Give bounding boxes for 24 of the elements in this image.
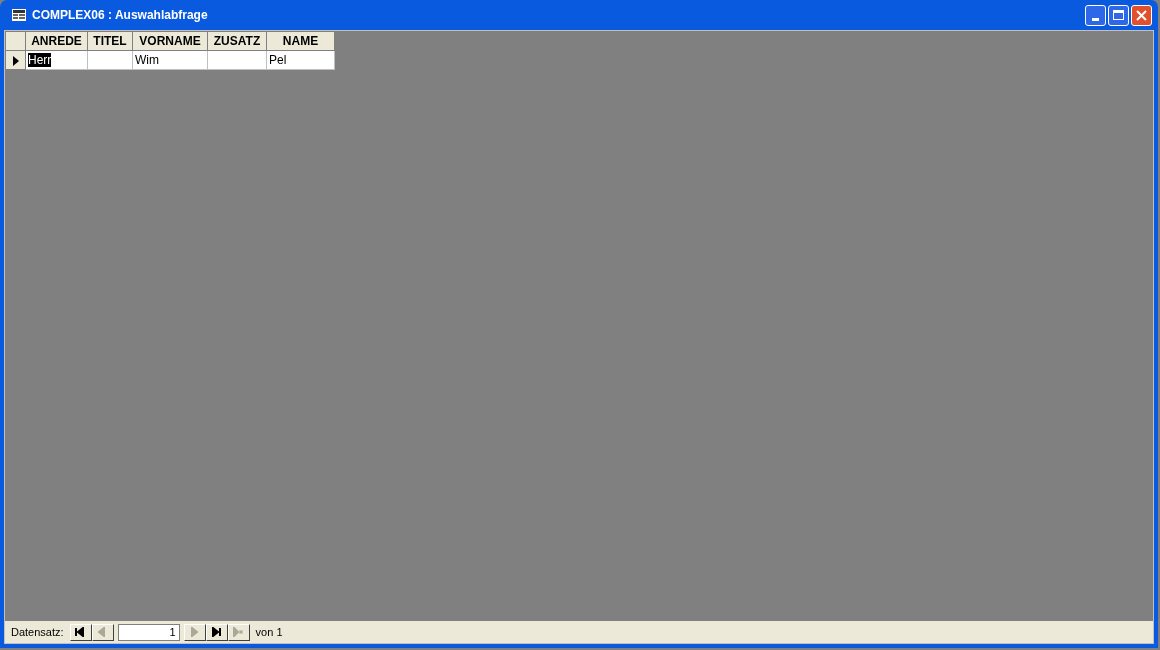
table-cell: Herr	[28, 53, 52, 67]
column-header[interactable]: VORNAME	[132, 31, 208, 51]
last-arrow-icon	[211, 627, 223, 637]
close-button[interactable]	[1131, 4, 1152, 26]
close-icon	[1136, 9, 1147, 21]
minimize-button[interactable]	[1085, 4, 1106, 26]
table-cell: Pel	[269, 53, 287, 67]
table-cell: Wim	[135, 53, 159, 67]
record-number-field[interactable]: 1	[117, 623, 180, 641]
record-label: Datensatz:	[11, 624, 64, 640]
first-record-button[interactable]	[69, 623, 92, 641]
right-arrow-icon	[189, 627, 201, 637]
first-arrow-icon	[75, 627, 87, 637]
column-header[interactable]: ZUSATZ	[207, 31, 267, 51]
column-header[interactable]: ANREDE	[25, 31, 88, 51]
maximize-button[interactable]	[1108, 4, 1129, 26]
last-record-button[interactable]	[205, 623, 228, 641]
new-record-icon	[233, 627, 245, 637]
window-title: COMPLEX06 : Auswahlabfrage	[32, 7, 208, 24]
current-row-icon	[12, 55, 19, 66]
record-total: von 1	[255, 624, 283, 640]
column-header[interactable]: NAME	[266, 31, 335, 51]
table-window-icon	[12, 9, 26, 21]
column-header[interactable]: TITEL	[87, 31, 133, 51]
